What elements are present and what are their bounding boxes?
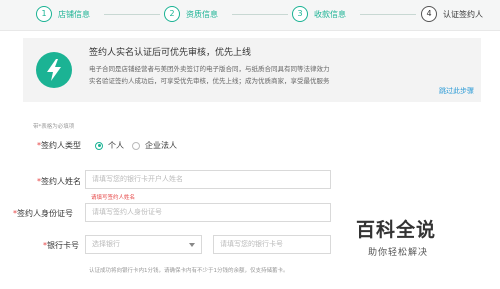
step-number: 4 xyxy=(421,6,437,22)
step-4: 4 认证签约人 xyxy=(421,6,483,22)
step-1: 1 店铺信息 xyxy=(36,6,90,22)
bank-card-footnote: 认证成功将向银行卡内1分钱，请确保卡内有不少于1分钱的余额，仅支持储蓄卡。 xyxy=(89,268,289,274)
skip-step-link[interactable]: 跳过此步骤 xyxy=(439,86,474,96)
step-connector xyxy=(360,14,416,15)
watermark-brand: 百科全说 xyxy=(356,219,437,241)
step-progress-bar: 1 店铺信息 2 资质信息 3 收款信息 4 认证签约人 xyxy=(0,0,500,31)
step-number: 2 xyxy=(164,6,180,22)
notice-description: 电子合同是店铺经营者与美团外卖签订的电子版合同，与纸质合同具有同等法律效力 xyxy=(89,65,330,73)
radio-dot xyxy=(132,141,140,150)
field-label-text: 签约人姓名 xyxy=(41,177,81,186)
step-label: 店铺信息 xyxy=(58,9,90,19)
field-label-text: 银行卡号 xyxy=(47,241,79,250)
bank-select[interactable]: 选择银行 xyxy=(85,235,202,254)
select-placeholder: 选择银行 xyxy=(92,240,120,248)
chevron-down-icon xyxy=(189,243,195,247)
radio-individual[interactable]: 个人 xyxy=(95,140,124,151)
bank-card-label: *银行卡号 xyxy=(43,240,79,251)
name-error-message: 请填写签约人姓名 xyxy=(91,195,136,201)
step-label: 认证签约人 xyxy=(443,9,483,19)
notice-title: 签约人实名认证后可优先审核，优先上线 xyxy=(89,48,252,58)
step-label: 收款信息 xyxy=(314,9,346,19)
step-connector xyxy=(104,14,160,15)
signer-id-input[interactable]: 请填写签约人身份证号 xyxy=(85,203,331,222)
signer-type-label: *签约人类型 xyxy=(37,140,81,151)
verification-notice: 签约人实名认证后可优先审核，优先上线 电子合同是店铺经营者与美团外卖签订的电子版… xyxy=(23,38,481,102)
site-watermark: 百科全说 助你轻松解决 xyxy=(356,215,476,258)
radio-label: 个人 xyxy=(108,141,124,150)
step-connector xyxy=(232,14,288,15)
step-3: 3 收款信息 xyxy=(292,6,346,22)
step-label: 资质信息 xyxy=(186,9,218,19)
radio-corporate-legal-person[interactable]: 企业法人 xyxy=(132,140,177,151)
watermark-slogan: 助你轻松解决 xyxy=(368,248,429,258)
signer-id-label: *签约人身份证号 xyxy=(13,208,73,219)
step-number: 3 xyxy=(292,6,308,22)
field-label-text: 签约人身份证号 xyxy=(17,209,73,218)
notice-description: 实名验证签约人成功后，可享受优先审核，优先上线；成为优质商家，享受最优服务 xyxy=(89,77,330,85)
required-fields-hint: 带*表格为必填项 xyxy=(33,124,75,130)
step-2: 2 资质信息 xyxy=(164,6,218,22)
field-label-text: 签约人类型 xyxy=(41,141,81,150)
signer-name-label: *签约人姓名 xyxy=(37,176,81,187)
step-number: 1 xyxy=(36,6,52,22)
lightning-icon xyxy=(36,52,72,88)
bank-card-number-input[interactable]: 请填写您的银行卡号 xyxy=(213,235,331,254)
radio-label: 企业法人 xyxy=(145,141,177,150)
signer-name-input[interactable]: 请填写您的银行卡开户人姓名 xyxy=(85,170,331,189)
radio-dot xyxy=(95,141,103,150)
